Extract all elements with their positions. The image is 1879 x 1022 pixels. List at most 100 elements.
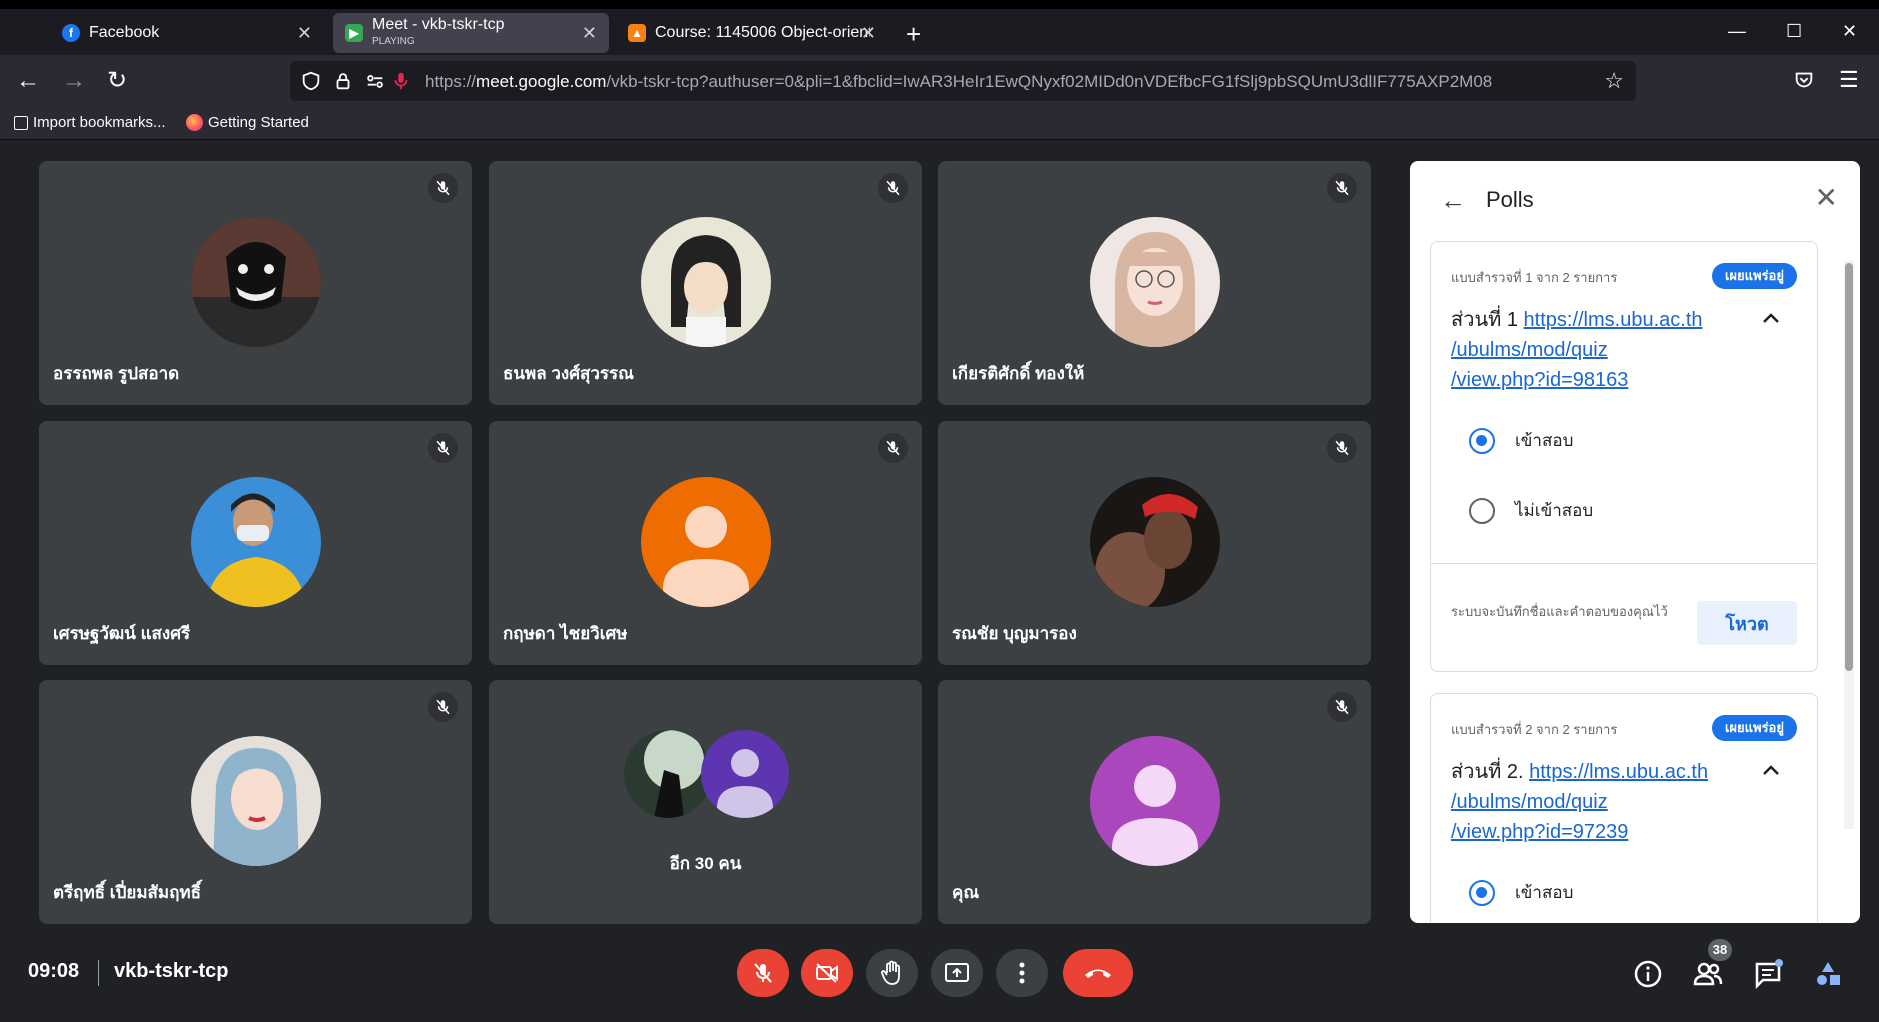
back-arrow-icon[interactable]: ←	[1440, 187, 1466, 213]
close-icon[interactable]: ✕	[582, 23, 597, 43]
more-vert-icon	[1019, 962, 1025, 984]
participant-name: เศรษฐวัฒน์ แสงศรี	[53, 624, 191, 643]
window-close-button[interactable]: ✕	[1842, 21, 1857, 41]
tab-course[interactable]: ▲ Course: 1145006 Object-oriente ✕	[616, 13, 888, 53]
avatar	[641, 477, 771, 607]
raise-hand-button[interactable]	[866, 949, 918, 997]
microphone-sharing-icon[interactable]	[390, 70, 412, 92]
lock-icon[interactable]	[332, 70, 354, 92]
participant-name: กฤษดา ไชยวิเศษ	[503, 624, 628, 643]
mic-off-icon	[428, 173, 458, 203]
poll-count: แบบสำรวจที่ 1 จาก 2 รายการ	[1451, 270, 1618, 285]
chevron-up-icon[interactable]	[1761, 308, 1781, 328]
close-icon[interactable]: ✕	[297, 23, 312, 43]
mic-off-icon	[754, 963, 772, 983]
participant-name: ตรีฤทธิ์ เปี่ยมสัมฤทธิ์	[53, 883, 201, 902]
self-tile[interactable]: คุณ	[938, 680, 1371, 924]
activities-icon[interactable]	[1812, 958, 1844, 990]
shield-icon[interactable]	[300, 70, 322, 92]
url-text[interactable]: https://meet.google.com/vkb-tskr-tcp?aut…	[425, 72, 1492, 92]
link-line: https://lms.ubu.ac.th	[1523, 309, 1703, 331]
address-bar[interactable]: https://meet.google.com/vkb-tskr-tcp?aut…	[290, 61, 1636, 101]
tab-bar: f Facebook ✕ ▶ Meet - vkb-tskr-tcp PLAYI…	[0, 9, 1879, 55]
avatar	[191, 736, 321, 866]
minimize-button[interactable]: —	[1728, 21, 1746, 41]
poll-note: ระบบจะบันทึกชื่อและคำตอบของคุณไว้	[1451, 604, 1668, 619]
poll-question: ส่วนที่ 1 https://lms.ubu.ac.th/ubulms/m…	[1451, 305, 1711, 395]
participant-tile[interactable]: เกียรติศักดิ์ ทองให้	[938, 161, 1371, 405]
meeting-code: vkb-tskr-tcp	[114, 960, 229, 982]
chat-icon[interactable]	[1752, 958, 1784, 990]
meet-icon: ▶	[345, 24, 363, 42]
participant-tile[interactable]: ธนพล วงศ์สุวรรณ	[489, 161, 922, 405]
url-scheme: https://	[425, 72, 477, 91]
bookmarks-toolbar: Import bookmarks... Getting Started	[0, 107, 1879, 140]
present-screen-button[interactable]	[931, 949, 983, 997]
avatar	[191, 477, 321, 607]
url-host: meet.google.com	[476, 72, 607, 91]
close-icon[interactable]: ✕	[861, 23, 876, 43]
tab-title: Meet - vkb-tskr-tcp	[372, 16, 505, 33]
mic-toggle-button[interactable]	[737, 949, 789, 997]
back-button[interactable]: ←	[16, 68, 40, 94]
present-screen-icon	[945, 963, 969, 982]
status-badge: เผยแพร่อยู่	[1711, 715, 1797, 741]
info-icon[interactable]	[1632, 958, 1664, 990]
firefox-icon	[186, 114, 203, 131]
people-icon[interactable]	[1692, 958, 1724, 990]
import-icon	[14, 115, 28, 130]
polls-panel: ← Polls ✕ แบบสำรวจที่ 1 จาก 2 รายการ เผย…	[1410, 161, 1860, 923]
vote-button[interactable]: โหวต	[1697, 601, 1797, 645]
bookmark-import[interactable]: Import bookmarks...	[14, 114, 166, 131]
poll-card: แบบสำรวจที่ 2 จาก 2 รายการ เผยแพร่อยู่ ส…	[1430, 693, 1818, 923]
avatar	[1090, 736, 1220, 866]
menu-icon[interactable]: ☰	[1839, 67, 1859, 93]
mic-off-icon	[1327, 173, 1357, 203]
more-options-button[interactable]	[996, 949, 1048, 997]
chevron-up-icon[interactable]	[1761, 760, 1781, 780]
forward-button[interactable]: →	[62, 68, 86, 94]
permissions-icon[interactable]	[364, 70, 386, 92]
window-top-edge	[0, 0, 1879, 9]
avatar	[1090, 477, 1220, 607]
camera-toggle-button[interactable]	[801, 949, 853, 997]
tab-meet[interactable]: ▶ Meet - vkb-tskr-tcp PLAYING ✕	[333, 13, 609, 53]
scrollbar-thumb[interactable]	[1845, 263, 1853, 671]
tab-facebook[interactable]: f Facebook ✕	[50, 13, 324, 53]
participant-tile[interactable]: ตรีฤทธิ์ เปี่ยมสัมฤทธิ์	[39, 680, 472, 924]
avatar	[191, 217, 321, 347]
participant-tile[interactable]: อรรถพล รูปสอาด	[39, 161, 472, 405]
pocket-icon[interactable]	[1793, 69, 1815, 91]
poll-option[interactable]: เข้าสอบ	[1469, 879, 1573, 906]
mic-off-icon	[1327, 433, 1357, 463]
panel-scrollbar[interactable]	[1844, 261, 1854, 829]
status-badge: เผยแพร่อยู่	[1711, 263, 1797, 289]
bookmark-getting-started[interactable]: Getting Started	[186, 114, 309, 131]
tab-playing-label: PLAYING	[372, 35, 415, 47]
leave-call-button[interactable]	[1063, 949, 1133, 997]
bookmark-star-icon[interactable]: ☆	[1604, 68, 1624, 94]
more-participants-tile[interactable]: อีก 30 คน	[489, 680, 922, 924]
url-path: /vkb-tskr-tcp?authuser=0&pli=1&fbclid=Iw…	[606, 72, 1493, 91]
close-icon[interactable]: ✕	[1815, 183, 1838, 213]
poll-option[interactable]: เข้าสอบ	[1469, 427, 1573, 454]
link-line: /ubulms/mod/quiz	[1451, 339, 1608, 361]
participant-tile[interactable]: เศรษฐวัฒน์ แสงศรี	[39, 421, 472, 665]
maximize-button[interactable]: ☐	[1786, 21, 1802, 41]
radio-button[interactable]	[1469, 497, 1495, 524]
reload-button[interactable]: ↻	[107, 68, 127, 94]
people-count-badge: 38	[1708, 939, 1732, 961]
participant-tile[interactable]: รณชัย บุญมารอง	[938, 421, 1371, 665]
avatar	[624, 730, 712, 818]
new-tab-button[interactable]: +	[906, 21, 921, 47]
participant-tile[interactable]: กฤษดา ไชยวิเศษ	[489, 421, 922, 665]
poll-card: แบบสำรวจที่ 1 จาก 2 รายการ เผยแพร่อยู่ ส…	[1430, 241, 1818, 672]
radio-button[interactable]	[1469, 427, 1495, 454]
radio-button[interactable]	[1469, 879, 1495, 906]
tab-title: Course: 1145006 Object-oriente	[655, 24, 870, 41]
divider	[1431, 563, 1817, 564]
poll-option[interactable]: ไม่เข้าสอบ	[1469, 497, 1593, 524]
poll-question-prefix: ส่วนที่ 2.	[1451, 761, 1530, 783]
poll-option-label: เข้าสอบ	[1515, 883, 1574, 902]
panel-title: Polls	[1486, 187, 1534, 212]
